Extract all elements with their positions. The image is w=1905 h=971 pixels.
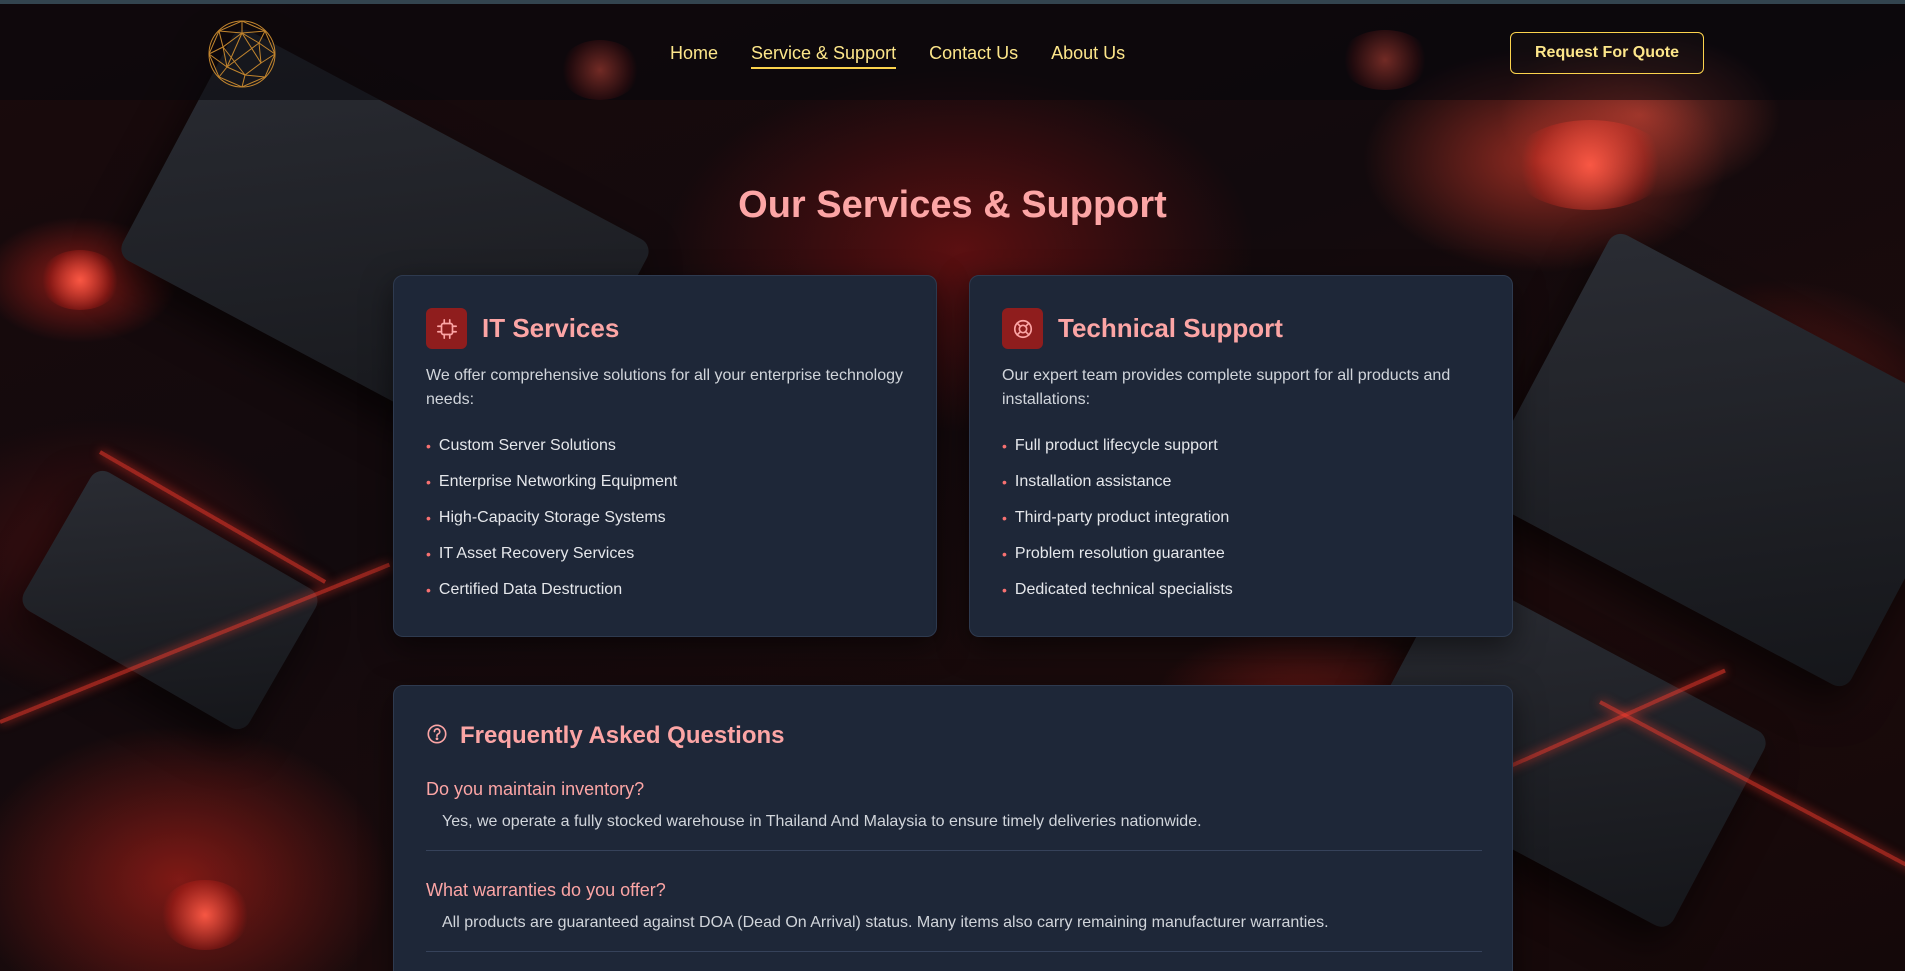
support-list: • Full product lifecycle support • Install…	[1002, 436, 1233, 616]
list-item: • Problem resolution guarantee	[1002, 544, 1233, 564]
bullet-icon: •	[426, 474, 431, 490]
faq-item[interactable]: What warranties do you offer? All produc…	[426, 879, 1482, 952]
it-services-card: IT Services We offer comprehensive solut…	[393, 275, 937, 637]
faq-question[interactable]: Do you maintain inventory?	[426, 778, 1482, 800]
bullet-icon: •	[426, 438, 431, 454]
card-header: Technical Support	[1002, 308, 1283, 349]
list-item-label: Full product lifecycle support	[1014, 437, 1218, 454]
list-item-label: Installation assistance	[1014, 473, 1172, 490]
bullet-icon: •	[1002, 438, 1007, 454]
list-item: • Enterprise Networking Equipment	[426, 472, 677, 492]
service-list: • Custom Server Solutions • Enterprise Net…	[426, 436, 677, 616]
faq-question[interactable]: What warranties do you offer?	[426, 879, 1482, 901]
list-item: • Installation assistance	[1002, 472, 1233, 492]
list-item: • Custom Server Solutions	[426, 436, 677, 456]
card-description: We offer comprehensive solutions for all…	[426, 367, 903, 408]
list-item: • High-Capacity Storage Systems	[426, 508, 677, 528]
list-item-label: IT Asset Recovery Services	[438, 545, 635, 562]
bullet-icon: •	[1002, 546, 1007, 562]
bullet-icon: •	[426, 546, 431, 562]
background-glow	[40, 250, 120, 310]
page-title: Our Services & Support	[738, 184, 1167, 226]
faq-answer: All products are guaranteed against DOA …	[442, 914, 1329, 931]
list-item-label: Third-party product integration	[1014, 509, 1230, 526]
list-item-label: Custom Server Solutions	[438, 437, 616, 454]
card-header: IT Services	[426, 308, 619, 349]
bullet-icon: •	[426, 510, 431, 526]
bullet-icon: •	[1002, 582, 1007, 598]
bullet-icon: •	[1002, 474, 1007, 490]
question-circle-icon	[426, 723, 448, 750]
list-item-label: High-Capacity Storage Systems	[438, 509, 666, 526]
faq-answer: Yes, we operate a fully stocked warehous…	[442, 813, 1202, 830]
list-item-label: Problem resolution guarantee	[1014, 545, 1225, 562]
request-quote-button[interactable]: Request For Quote	[1510, 32, 1704, 74]
list-item: • Third-party product integration	[1002, 508, 1233, 528]
lifebuoy-icon	[1002, 308, 1043, 349]
faq-item[interactable]: Do you maintain inventory? Yes, we opera…	[426, 778, 1482, 851]
bullet-icon: •	[426, 582, 431, 598]
nav-home[interactable]: Home	[670, 42, 718, 69]
main-nav: Home Service & Support Contact Us About …	[670, 42, 1125, 69]
faq-section: Frequently Asked Questions Do you mainta…	[393, 685, 1513, 971]
technical-support-card: Technical Support Our expert team provid…	[969, 275, 1513, 637]
card-description: Our expert team provides complete suppor…	[1002, 367, 1451, 408]
card-title: Technical Support	[1058, 313, 1283, 343]
faq-title: Frequently Asked Questions	[460, 722, 785, 749]
background-glow	[160, 880, 250, 950]
list-item-label: Certified Data Destruction	[438, 581, 623, 598]
nav-service-support[interactable]: Service & Support	[751, 42, 897, 69]
faq-header: Frequently Asked Questions	[426, 722, 785, 750]
card-title: IT Services	[482, 313, 620, 343]
list-item-label: Enterprise Networking Equipment	[438, 473, 678, 490]
nav-contact-us[interactable]: Contact Us	[929, 42, 1018, 69]
bullet-icon: •	[1002, 510, 1007, 526]
list-item: • Full product lifecycle support	[1002, 436, 1233, 456]
list-item: • Certified Data Destruction	[426, 580, 677, 600]
cpu-chip-icon	[426, 308, 467, 349]
site-header: Home Service & Support Contact Us About …	[0, 4, 1905, 100]
list-item: • IT Asset Recovery Services	[426, 544, 677, 564]
nav-about-us[interactable]: About Us	[1051, 42, 1125, 69]
globe-wireframe-logo[interactable]	[207, 19, 277, 89]
list-item-label: Dedicated technical specialists	[1014, 581, 1233, 598]
list-item: • Dedicated technical specialists	[1002, 580, 1233, 600]
